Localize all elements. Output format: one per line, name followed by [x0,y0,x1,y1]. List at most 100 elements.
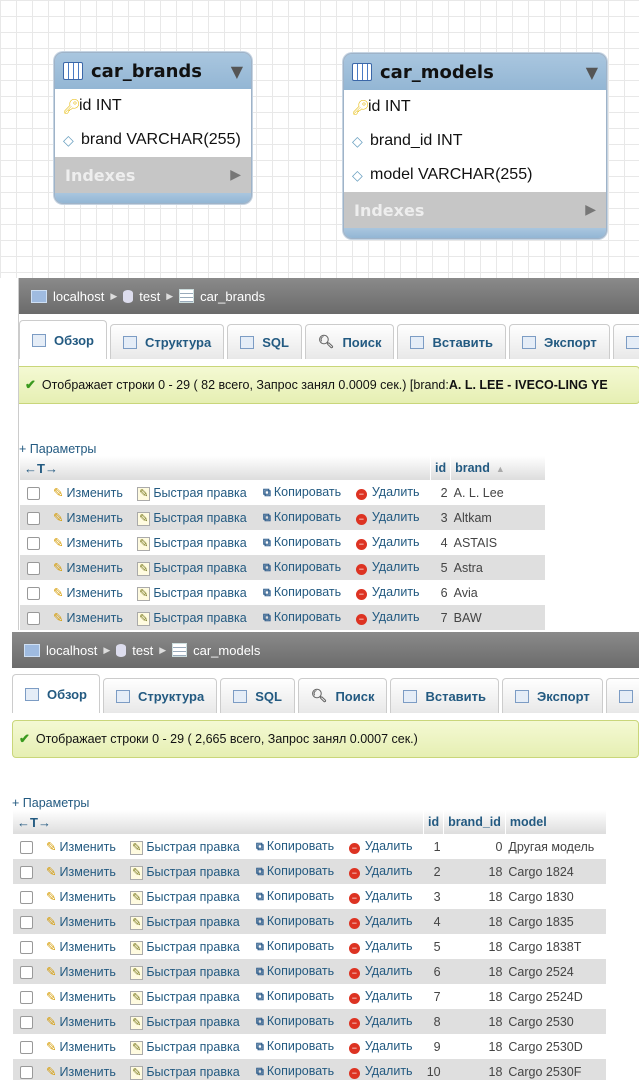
copy-link[interactable]: ⧉ Копировать [260,505,353,530]
cell-id[interactable]: 5 [430,555,451,580]
quick-edit-link[interactable]: ✎ Быстрая правка [134,480,260,505]
edit-link[interactable]: ✎ Изменить [50,580,135,605]
collapse-arrow-icon[interactable]: ▼ [231,62,243,81]
breadcrumb-table[interactable]: car_models [193,643,260,658]
tab-import[interactable]: Им [605,678,639,713]
row-checkbox[interactable] [26,611,40,625]
cell-model[interactable]: Cargo 2530F [505,1059,606,1080]
row-checkbox[interactable] [19,1015,33,1029]
cell-model[interactable]: Cargo 1838T [505,934,606,959]
cell-id[interactable]: 4 [430,530,451,555]
copy-link[interactable]: ⧉ Копировать [253,834,346,859]
table-card-car-models[interactable]: car_models ▼ 🔑︎ id INT ◇ brand_id INT ◇ … [343,53,607,239]
row-checkbox[interactable] [26,486,40,500]
quick-edit-link[interactable]: ✎ Быстрая правка [127,934,253,959]
copy-link[interactable]: ⧉ Копировать [253,934,346,959]
edit-link[interactable]: ✎ Изменить [43,984,128,1009]
edit-link[interactable]: ✎ Изменить [43,1034,128,1059]
cell-brand-id[interactable]: 18 [443,984,506,1009]
cell-brand[interactable]: A. L. Lee [450,480,546,505]
copy-link[interactable]: ⧉ Копировать [253,1009,346,1034]
indexes-row[interactable]: Indexes ▶ [55,157,251,193]
copy-link[interactable]: ⧉ Копировать [260,530,353,555]
row-checkbox[interactable] [19,915,33,929]
quick-edit-link[interactable]: ✎ Быстрая правка [127,1059,253,1080]
delete-link[interactable]: − Удалить [345,859,424,884]
copy-link[interactable]: ⧉ Копировать [260,580,353,605]
column-arrows-icon[interactable]: ←T→ [17,815,51,830]
copy-link[interactable]: ⧉ Копировать [253,1034,346,1059]
table-card-header[interactable]: car_models ▼ [344,54,606,90]
edit-link[interactable]: ✎ Изменить [50,555,135,580]
cell-brand-id[interactable]: 18 [443,959,506,984]
cell-model[interactable]: Cargo 1824 [505,859,606,884]
quick-edit-link[interactable]: ✎ Быстрая правка [134,530,260,555]
quick-edit-link[interactable]: ✎ Быстрая правка [127,884,253,909]
cell-id[interactable]: 6 [423,959,444,984]
tab-sql[interactable]: SQL [227,324,302,359]
copy-link[interactable]: ⧉ Копировать [253,984,346,1009]
cell-id[interactable]: 2 [430,480,451,505]
row-checkbox[interactable] [19,1065,33,1079]
cell-brand[interactable]: Astra [450,555,546,580]
tab-search[interactable]: 🔍︎ Поиск [297,678,388,713]
edit-link[interactable]: ✎ Изменить [43,834,128,859]
cell-id[interactable]: 10 [423,1059,444,1080]
cell-brand[interactable]: ASTAIS [450,530,546,555]
edit-link[interactable]: ✎ Изменить [50,605,135,630]
cell-model[interactable]: Cargo 2530 [505,1009,606,1034]
delete-link[interactable]: − Удалить [345,934,424,959]
delete-link[interactable]: − Удалить [345,1009,424,1034]
quick-edit-link[interactable]: ✎ Быстрая правка [127,959,253,984]
copy-link[interactable]: ⧉ Копировать [253,859,346,884]
delete-link[interactable]: − Удалить [345,1059,424,1080]
delete-link[interactable]: − Удалить [352,505,431,530]
row-checkbox[interactable] [26,511,40,525]
quick-edit-link[interactable]: ✎ Быстрая правка [127,834,253,859]
collapse-arrow-icon[interactable]: ▼ [586,63,598,82]
delete-link[interactable]: − Удалить [352,480,431,505]
column-header-model[interactable]: model [504,810,606,834]
sort-icon[interactable]: ▲ [496,464,505,474]
quick-edit-link[interactable]: ✎ Быстрая правка [127,1009,253,1034]
row-checkbox[interactable] [19,1040,33,1054]
cell-model[interactable]: Cargo 2530D [505,1034,606,1059]
cell-brand-id[interactable]: 18 [443,909,506,934]
edit-link[interactable]: ✎ Изменить [43,859,128,884]
options-toggle[interactable]: + Параметры [19,442,96,456]
cell-id[interactable]: 5 [423,934,444,959]
tab-structure[interactable]: Структура [110,324,225,359]
row-checkbox[interactable] [26,561,40,575]
cell-model[interactable]: Cargo 2524D [505,984,606,1009]
quick-edit-link[interactable]: ✎ Быстрая правка [127,1034,253,1059]
cell-brand-id[interactable]: 18 [443,1034,506,1059]
copy-link[interactable]: ⧉ Копировать [253,909,346,934]
cell-brand-id[interactable]: 18 [443,1009,506,1034]
tab-insert[interactable]: Вставить [397,324,507,359]
breadcrumb-database[interactable]: test [132,643,153,658]
edit-link[interactable]: ✎ Изменить [43,959,128,984]
edit-link[interactable]: ✎ Изменить [43,884,128,909]
cell-brand-id[interactable]: 18 [443,859,506,884]
cell-id[interactable]: 8 [423,1009,444,1034]
delete-link[interactable]: − Удалить [345,834,424,859]
expand-arrow-icon[interactable]: ▶ [585,202,596,218]
row-checkbox[interactable] [26,586,40,600]
cell-id[interactable]: 7 [423,984,444,1009]
delete-link[interactable]: − Удалить [352,580,431,605]
indexes-row[interactable]: Indexes ▶ [344,192,606,228]
quick-edit-link[interactable]: ✎ Быстрая правка [134,505,260,530]
row-checkbox[interactable] [19,840,33,854]
tab-browse[interactable]: Обзор [12,674,100,713]
delete-link[interactable]: − Удалить [345,984,424,1009]
cell-model[interactable]: Другая модель [505,834,606,859]
edit-link[interactable]: ✎ Изменить [43,909,128,934]
quick-edit-link[interactable]: ✎ Быстрая правка [127,984,253,1009]
copy-link[interactable]: ⧉ Копировать [253,959,346,984]
tab-export[interactable]: Экспорт [509,324,610,359]
cell-model[interactable]: Cargo 1835 [505,909,606,934]
delete-link[interactable]: − Удалить [352,530,431,555]
table-card-car-brands[interactable]: car_brands ▼ 🔑︎ id INT ◇ brand VARCHAR(2… [54,52,252,204]
cell-id[interactable]: 6 [430,580,451,605]
tab-search[interactable]: 🔍︎ Поиск [304,324,395,359]
